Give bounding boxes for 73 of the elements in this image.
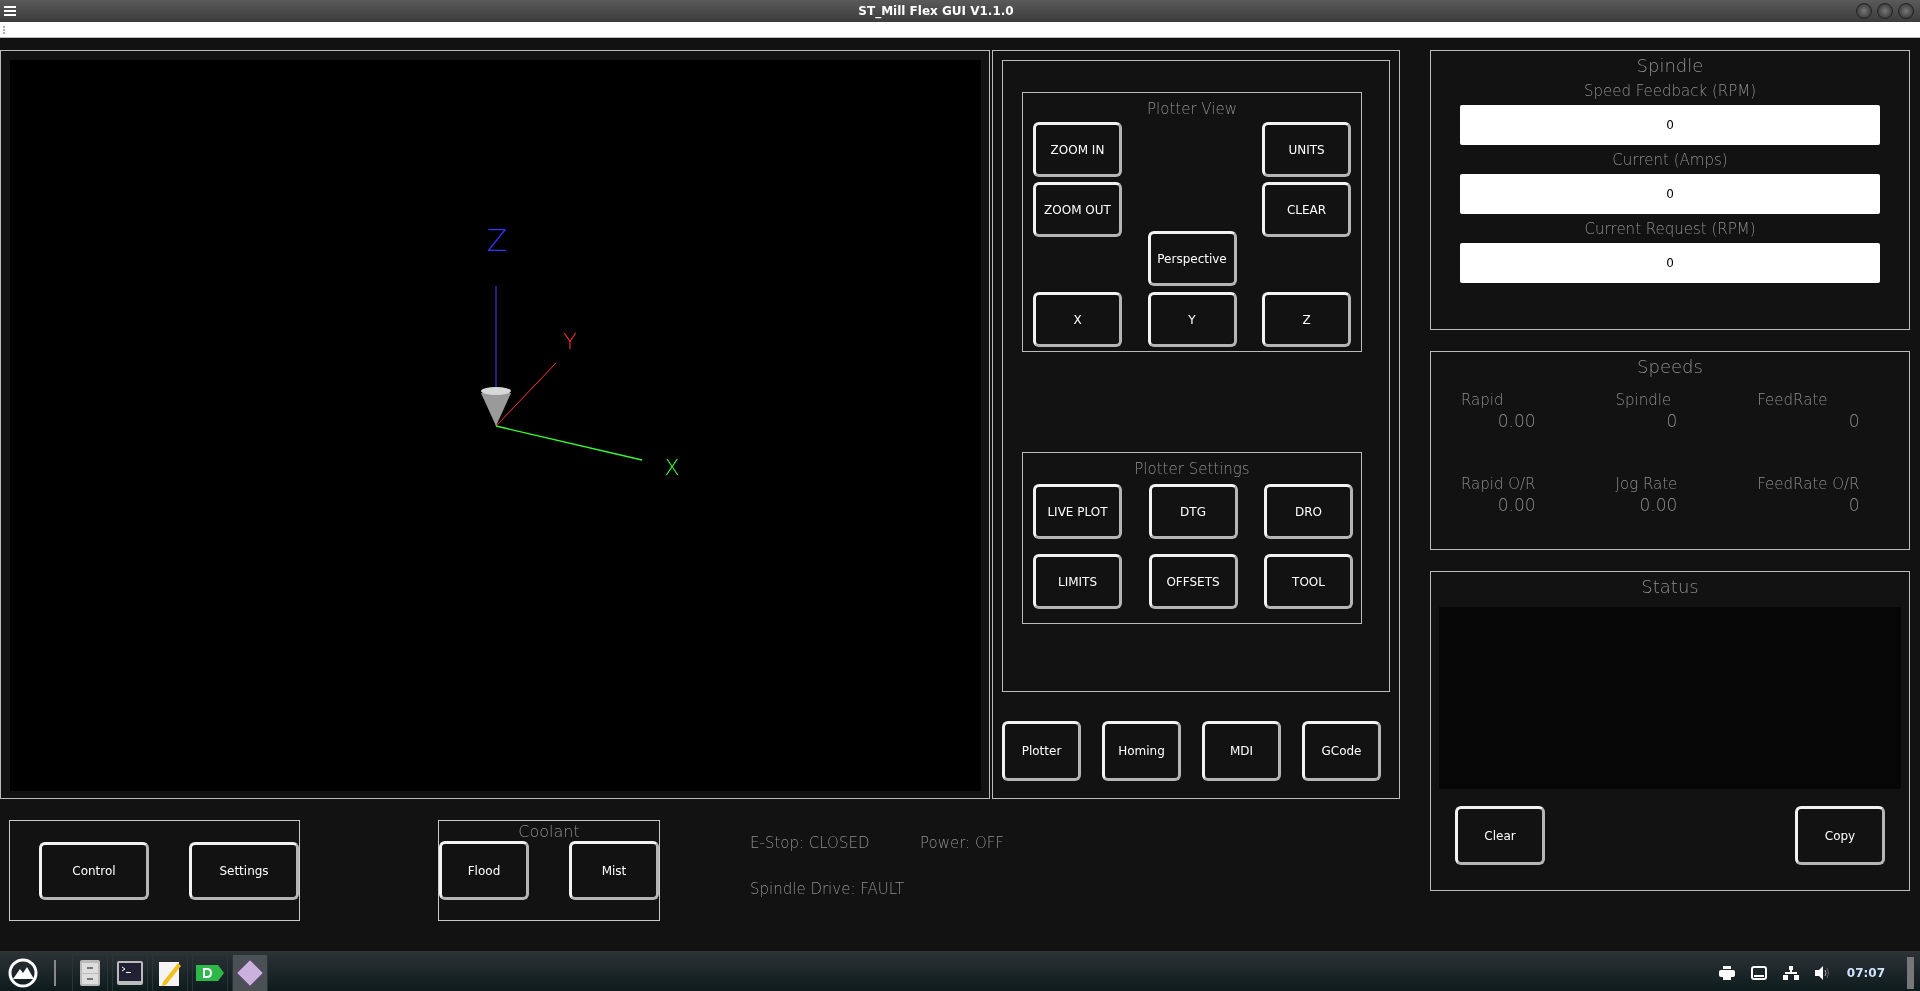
speed-label: Spindle: [1615, 391, 1673, 409]
page-button[interactable]: Plotter: [1002, 721, 1081, 781]
page-button[interactable]: Homing: [1102, 721, 1181, 781]
speed-label: Jog Rate: [1615, 475, 1678, 493]
status-button[interactable]: Copy: [1795, 806, 1885, 865]
terminal-icon[interactable]: [117, 960, 143, 985]
coolant-button[interactable]: Flood: [439, 841, 529, 900]
diamond-icon[interactable]: [236, 958, 264, 987]
field-label: Current (Amps): [1612, 151, 1728, 169]
readout-field[interactable]: 0: [1460, 243, 1880, 283]
plotter-view-button[interactable]: ZOOM IN: [1033, 122, 1122, 177]
axis-label: Y: [563, 329, 577, 354]
page-button[interactable]: MDI: [1202, 721, 1281, 781]
network-icon[interactable]: [1782, 965, 1799, 980]
panel-title: Speeds: [1637, 356, 1703, 377]
plotter-view-button[interactable]: Perspective: [1147, 231, 1237, 286]
speed-value: 0: [1848, 411, 1860, 431]
coolant-button[interactable]: Mist: [569, 841, 659, 900]
axis-label: X: [664, 455, 680, 480]
status-indicator: Power: OFF: [920, 834, 1004, 852]
plotter-setting-button[interactable]: LIVE PLOT: [1033, 484, 1122, 539]
panel-button[interactable]: Control: [39, 841, 149, 900]
cone-drawing: [481, 387, 511, 426]
file-cabinet-icon[interactable]: [79, 958, 101, 987]
plot-canvas[interactable]: Z Y X: [10, 60, 981, 791]
panel-title: Status: [1641, 576, 1699, 597]
plotter-view-button[interactable]: CLEAR: [1262, 182, 1351, 237]
plotter-view-button[interactable]: Y: [1147, 292, 1237, 347]
plotter-setting-button[interactable]: OFFSETS: [1148, 554, 1238, 609]
speed-value: 0: [1848, 495, 1860, 515]
menu-icon[interactable]: [4, 6, 16, 16]
group-title: Plotter View: [1146, 100, 1238, 118]
group-title: Plotter Settings: [1133, 460, 1251, 478]
axis-label: Z: [486, 223, 508, 258]
status-indicator: Spindle Drive: FAULT: [750, 880, 906, 898]
display-icon[interactable]: [1750, 965, 1767, 980]
scroll-handle[interactable]: [1907, 956, 1914, 989]
readout-field[interactable]: 0: [1460, 105, 1880, 145]
readout-field[interactable]: 0: [1460, 174, 1880, 214]
plotter-setting-button[interactable]: LIMITS: [1033, 554, 1122, 609]
clock-text: 07:07: [1846, 965, 1885, 980]
maximize-button[interactable]: [1877, 3, 1893, 19]
panel-button[interactable]: Settings: [189, 841, 299, 900]
speed-label: Rapid: [1461, 391, 1505, 409]
y-axis-line: [495, 362, 557, 427]
field-label: Speed Feedback (RPM): [1583, 82, 1757, 100]
plotter-view-button[interactable]: X: [1033, 292, 1122, 347]
status-indicator: E-Stop: CLOSED: [750, 834, 871, 852]
page-button[interactable]: GCode: [1302, 721, 1381, 781]
close-button[interactable]: [1898, 3, 1914, 19]
plotter-setting-button[interactable]: DTG: [1148, 484, 1238, 539]
plotter-setting-button[interactable]: TOOL: [1264, 554, 1353, 609]
grip-icon[interactable]: [2, 24, 6, 35]
volume-icon[interactable]: [1814, 965, 1831, 980]
window-title: ST_Mill Flex GUI V1.1.0: [857, 4, 1015, 18]
field-label: Current Request (RPM): [1584, 220, 1756, 238]
speed-label: FeedRate O/R: [1757, 475, 1860, 493]
speed-label: Rapid O/R: [1461, 475, 1536, 493]
panel-title: Spindle: [1636, 55, 1704, 76]
status-button[interactable]: Clear: [1455, 806, 1545, 865]
plotter-view-button[interactable]: ZOOM OUT: [1033, 182, 1122, 237]
speed-value: 0.00: [1497, 495, 1536, 515]
start-menu-icon[interactable]: [8, 957, 38, 988]
plotter-setting-button[interactable]: DRO: [1264, 484, 1353, 539]
plotter-view-button[interactable]: UNITS: [1262, 122, 1351, 177]
group-title: Coolant: [518, 822, 580, 841]
speed-value: 0: [1666, 411, 1678, 431]
speed-label: FeedRate: [1757, 391, 1829, 409]
plotter-view-button[interactable]: Z: [1262, 292, 1351, 347]
printer-icon[interactable]: [1718, 965, 1735, 980]
minimize-button[interactable]: [1856, 3, 1872, 19]
speed-value: 0.00: [1639, 495, 1678, 515]
speed-value: 0.00: [1497, 411, 1536, 431]
